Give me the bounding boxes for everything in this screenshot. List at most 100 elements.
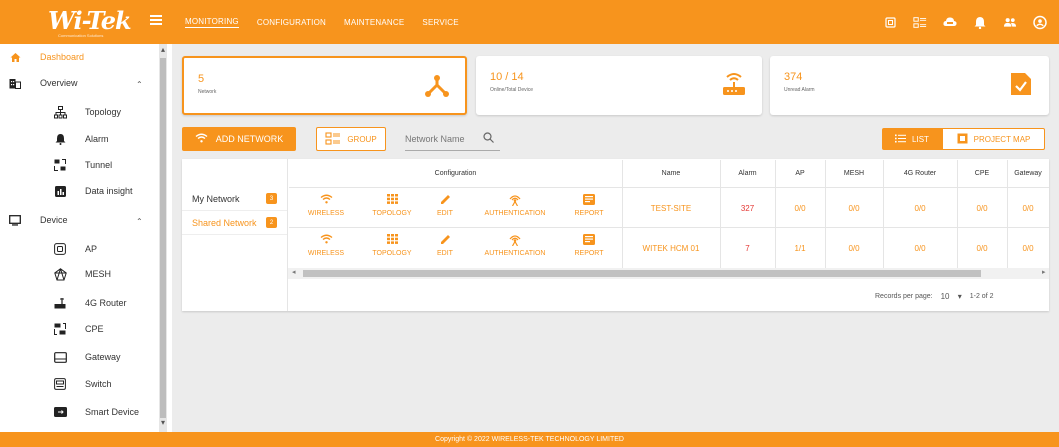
alarm-count-card[interactable]: 374 Unread Alarm: [770, 56, 1049, 115]
grid-icon[interactable]: [913, 15, 927, 29]
cpe-count[interactable]: 0/0: [957, 204, 1007, 213]
account-icon[interactable]: [1033, 15, 1047, 29]
bell-icon[interactable]: [973, 15, 987, 29]
sidebar-section-overview[interactable]: Overview: [8, 76, 78, 90]
edit-action[interactable]: EDIT: [433, 194, 457, 217]
page-range: 1-2 of 2: [969, 293, 994, 300]
sidebar-item-cpe[interactable]: CPE: [53, 322, 104, 336]
sidebar-item-tunnel[interactable]: Tunnel: [53, 158, 112, 172]
alarm-count[interactable]: 7: [720, 244, 775, 253]
scroll-right-arrow-icon[interactable]: ▸: [1042, 268, 1046, 276]
search-icon[interactable]: [483, 132, 494, 146]
add-network-button[interactable]: ADD NETWORK: [182, 127, 296, 151]
sidebar-item-4g-router[interactable]: 4G Router: [53, 296, 127, 310]
brand-logo[interactable]: Wi-Tek: [48, 6, 132, 35]
sidebar-item-data-insight[interactable]: Data insight: [53, 184, 133, 198]
router-icon: [53, 296, 67, 310]
sidebar-item-dashboard[interactable]: Dashboard: [8, 50, 84, 64]
ap-count[interactable]: 0/0: [775, 204, 825, 213]
footer: Copyright © 2022 WIRELESS-TEK TECHNOLOGY…: [0, 432, 1059, 447]
alarm-count[interactable]: 327: [720, 204, 775, 213]
bell-icon: [53, 132, 67, 146]
sidebar-item-ap[interactable]: AP: [53, 242, 97, 256]
action-label: REPORT: [574, 210, 604, 217]
action-label: WIRELESS: [307, 250, 345, 257]
sidebar-section-device[interactable]: Device: [8, 213, 68, 227]
sidebar-item-mesh[interactable]: MESH: [53, 267, 111, 281]
network-group-my[interactable]: My Network 3: [182, 187, 287, 211]
gateway-count[interactable]: 0/0: [1007, 204, 1049, 213]
add-network-label: ADD NETWORK: [215, 134, 284, 144]
report-icon: [1007, 70, 1035, 98]
network-name-link[interactable]: WITEK HCM 01: [622, 244, 720, 253]
list-view-label: LIST: [912, 134, 929, 144]
nav-service[interactable]: SERVICE: [422, 18, 458, 27]
group-button[interactable]: GROUP: [316, 127, 386, 151]
mesh-count[interactable]: 0/0: [825, 204, 883, 213]
network-group-shared[interactable]: Shared Network 2: [182, 211, 287, 235]
column-header-cpe[interactable]: CPE: [957, 160, 1007, 187]
wifi-icon: [320, 194, 333, 208]
menu-toggle-icon[interactable]: [150, 15, 162, 25]
device-count-card[interactable]: 10 / 14 Online/Total Device: [476, 56, 762, 115]
chip-icon[interactable]: [883, 15, 897, 29]
network-name-link[interactable]: TEST-SITE: [622, 204, 720, 213]
column-header-4g-router[interactable]: 4G Router: [883, 160, 957, 187]
sidebar-item-label: Dashboard: [40, 52, 85, 62]
network-name-input[interactable]: [405, 132, 485, 146]
sidebar-item-switch[interactable]: Switch: [53, 377, 112, 391]
router-count[interactable]: 0/0: [883, 244, 957, 253]
router-count[interactable]: 0/0: [883, 204, 957, 213]
antenna-icon: [508, 234, 522, 248]
report-action[interactable]: REPORT: [569, 194, 609, 217]
sidebar-scrollbar-thumb[interactable]: [160, 58, 166, 418]
sidebar-item-gateway[interactable]: Gateway: [53, 350, 121, 364]
ap-count[interactable]: 1/1: [775, 244, 825, 253]
scroll-left-arrow-icon[interactable]: ◂: [292, 268, 296, 276]
column-header-alarm[interactable]: Alarm: [720, 160, 775, 187]
sidebar-item-smart-device[interactable]: Smart Device: [53, 405, 139, 419]
sidebar-item-alarm[interactable]: Alarm: [53, 132, 109, 146]
wifi-icon: [320, 234, 333, 248]
column-header-name[interactable]: Name: [622, 160, 720, 187]
authentication-action[interactable]: AUTHENTICATION: [474, 194, 556, 217]
copyright-text: Copyright © 2022 WIRELESS-TEK TECHNOLOGY…: [435, 436, 624, 443]
scroll-up-arrow-icon[interactable]: ▴: [161, 45, 165, 54]
column-header-ap[interactable]: AP: [775, 160, 825, 187]
wireless-action[interactable]: WIRELESS: [306, 234, 346, 257]
mesh-count[interactable]: 0/0: [825, 244, 883, 253]
network-count-card[interactable]: 5 Network: [182, 56, 467, 115]
report-action[interactable]: REPORT: [569, 234, 609, 257]
action-label: AUTHENTICATION: [484, 250, 546, 257]
list-view-button[interactable]: LIST: [882, 128, 942, 150]
chevron-up-icon[interactable]: ⌃: [136, 80, 143, 89]
cpe-count[interactable]: 0/0: [957, 244, 1007, 253]
column-header-gateway[interactable]: Gateway: [1007, 160, 1049, 187]
nav-maintenance[interactable]: MAINTENANCE: [344, 18, 404, 27]
header-divider: [289, 187, 1049, 188]
router-icon: [720, 70, 748, 98]
records-per-page-select[interactable]: 10 ▾: [941, 292, 962, 301]
authentication-action[interactable]: AUTHENTICATION: [474, 234, 556, 257]
action-label: REPORT: [574, 250, 604, 257]
column-header-mesh[interactable]: MESH: [825, 160, 883, 187]
topology-action[interactable]: TOPOLOGY: [366, 194, 418, 217]
edit-action[interactable]: EDIT: [433, 234, 457, 257]
sidebar-item-label: Smart Device: [85, 407, 140, 417]
sidebar-section-label: Overview: [40, 78, 78, 88]
gateway-count[interactable]: 0/0: [1007, 244, 1049, 253]
network-count-badge: 3: [266, 193, 277, 204]
topology-action[interactable]: TOPOLOGY: [366, 234, 418, 257]
cloud-icon[interactable]: [943, 15, 957, 29]
scroll-down-arrow-icon[interactable]: ▾: [161, 418, 165, 427]
nav-configuration[interactable]: CONFIGURATION: [257, 18, 326, 27]
wireless-action[interactable]: WIRELESS: [306, 194, 346, 217]
nav-monitoring[interactable]: MONITORING: [185, 17, 239, 28]
table-scrollbar-thumb[interactable]: [303, 270, 981, 277]
sidebar-item-topology[interactable]: Topology: [53, 105, 121, 119]
users-icon[interactable]: [1003, 15, 1017, 29]
chevron-up-icon[interactable]: ⌃: [136, 217, 143, 226]
card-value: 374: [784, 71, 803, 83]
project-map-button[interactable]: PROJECT MAP: [942, 128, 1045, 150]
top-bar: Wi-Tek Communication Solutions MONITORIN…: [0, 0, 1059, 44]
